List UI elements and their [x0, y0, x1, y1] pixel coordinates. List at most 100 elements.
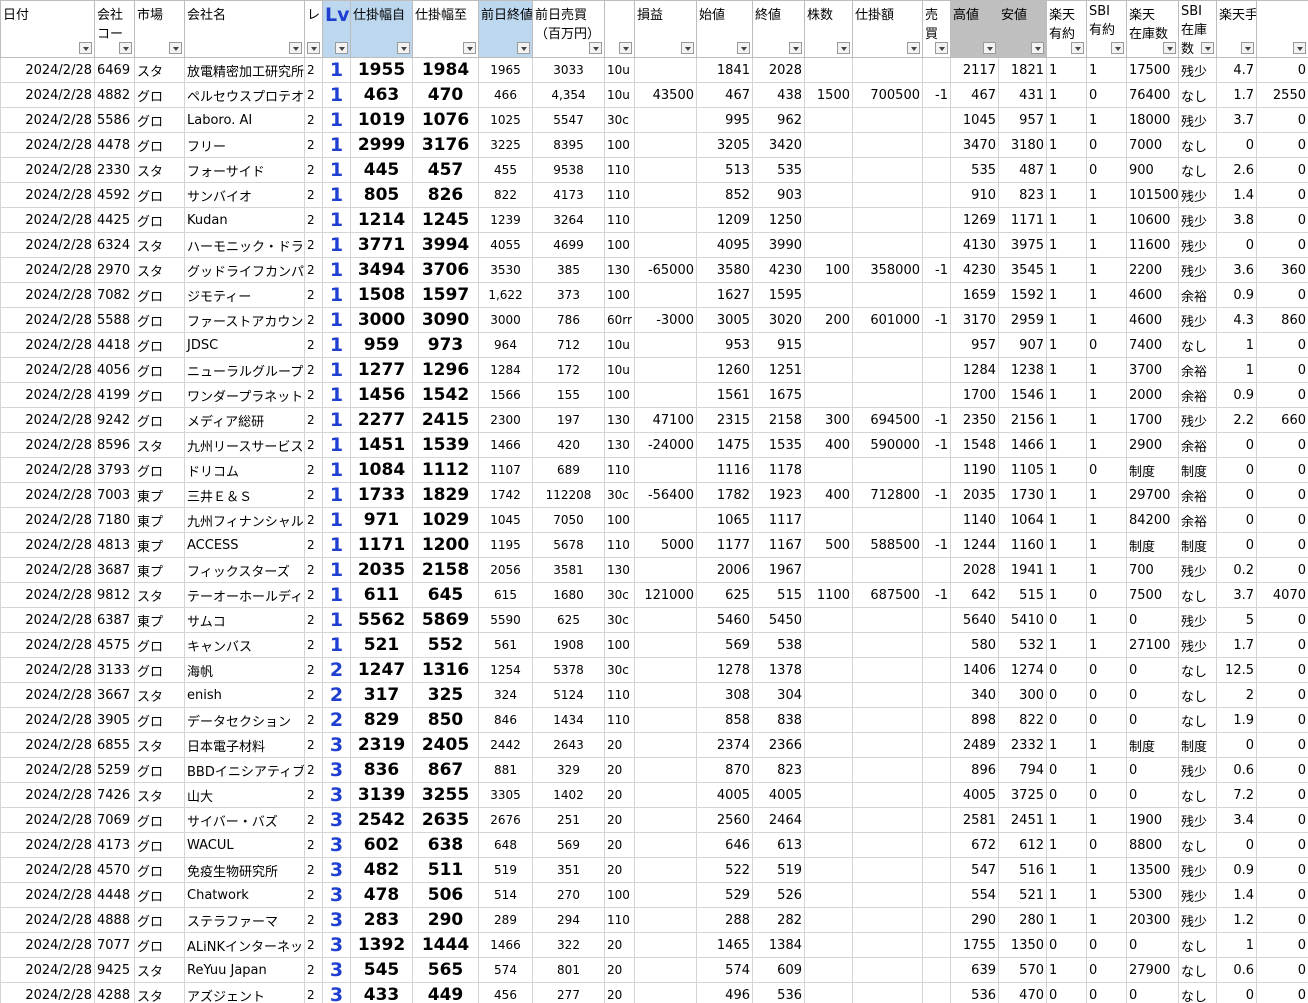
- table-row[interactable]: 2024/2/28 4425 グロ Kudan 2 1 1214 1245 1239 3264 11…: [0, 207, 1308, 233]
- cell-unit[interactable]: 20: [604, 832, 635, 858]
- cell-sbi-avail[interactable]: 1: [1086, 632, 1127, 658]
- cell-market[interactable]: 東プ: [134, 532, 185, 558]
- cell-range-from[interactable]: 3771: [350, 232, 413, 258]
- cell-high[interactable]: 4230: [950, 257, 999, 283]
- cell-code[interactable]: 2330: [94, 157, 135, 183]
- table-row[interactable]: 2024/2/282970スタグッドライフカンパニー21349437063530…: [0, 257, 1308, 283]
- cell-lv[interactable]: 1: [322, 407, 351, 433]
- cell-code[interactable]: 3793: [94, 457, 135, 483]
- cell-prev-volume[interactable]: 197: [532, 407, 605, 433]
- cell-high[interactable]: 2581: [950, 807, 999, 833]
- cell-lv[interactable]: 1: [322, 282, 351, 308]
- cell-lv[interactable]: 3: [322, 907, 351, 933]
- cell-side[interactable]: [922, 107, 951, 133]
- cell-prev-close[interactable]: 324: [478, 682, 533, 708]
- cell-range-from[interactable]: 829: [350, 707, 413, 733]
- cell-high[interactable]: 547: [950, 857, 999, 883]
- cell-high[interactable]: 4005: [950, 782, 999, 808]
- cell-sbi-avail[interactable]: 1: [1086, 807, 1127, 833]
- cell-extra[interactable]: 0: [1256, 707, 1308, 733]
- cell-side[interactable]: -1: [922, 257, 951, 283]
- cell-rakuten-avail[interactable]: 1: [1046, 732, 1087, 758]
- cell-unit[interactable]: 60rr: [604, 307, 635, 333]
- cell-position-amount[interactable]: [852, 982, 923, 1003]
- cell-low[interactable]: 431: [998, 82, 1047, 108]
- cell-prev-close[interactable]: 1254: [478, 657, 533, 683]
- cell-shares[interactable]: [804, 982, 853, 1003]
- cell-market[interactable]: グロ: [134, 132, 185, 158]
- cell-market[interactable]: グロ: [134, 207, 185, 233]
- cell-sbi-stock[interactable]: 制度: [1178, 532, 1217, 558]
- filter-dropdown-icon[interactable]: [681, 42, 694, 54]
- cell-range-to[interactable]: 290: [412, 907, 479, 933]
- cell-lv[interactable]: 3: [322, 807, 351, 833]
- cell-sbi-avail[interactable]: 1: [1086, 557, 1127, 583]
- cell-low[interactable]: 1466: [998, 432, 1047, 458]
- cell-lv[interactable]: 1: [322, 382, 351, 408]
- cell-low[interactable]: 2156: [998, 407, 1047, 433]
- cell-open[interactable]: 1627: [696, 282, 753, 308]
- cell-open[interactable]: 1177: [696, 532, 753, 558]
- cell-rakuten-avail[interactable]: 1: [1046, 857, 1087, 883]
- cell-range-from[interactable]: 611: [350, 582, 413, 608]
- cell-date[interactable]: 2024/2/28: [0, 82, 95, 108]
- cell-date[interactable]: 2024/2/28: [0, 382, 95, 408]
- cell-date[interactable]: 2024/2/28: [0, 557, 95, 583]
- cell-rakuten-avail[interactable]: 1: [1046, 132, 1087, 158]
- cell-extra[interactable]: 0: [1256, 657, 1308, 683]
- cell-prev-volume[interactable]: 1402: [532, 782, 605, 808]
- cell-pnl[interactable]: 121000: [634, 582, 697, 608]
- cell-sbi-avail[interactable]: 1: [1086, 107, 1127, 133]
- cell-code[interactable]: 5259: [94, 757, 135, 783]
- cell-side[interactable]: [922, 507, 951, 533]
- cell-lv[interactable]: 3: [322, 757, 351, 783]
- cell-close[interactable]: 4230: [752, 257, 805, 283]
- cell-range-to[interactable]: 3176: [412, 132, 479, 158]
- cell-lv[interactable]: 1: [322, 157, 351, 183]
- cell-position-amount[interactable]: [852, 182, 923, 208]
- cell-code[interactable]: 4288: [94, 982, 135, 1003]
- cell-sbi-avail[interactable]: 1: [1086, 732, 1127, 758]
- cell-code[interactable]: 4478: [94, 132, 135, 158]
- cell-prev-volume[interactable]: 8395: [532, 132, 605, 158]
- cell-range-from[interactable]: 283: [350, 907, 413, 933]
- table-row[interactable]: 2024/2/28 4199 グロ ワンダープラネット 2 1 1456 1542 1566 15…: [0, 382, 1308, 408]
- cell-market[interactable]: グロ: [134, 107, 185, 133]
- cell-low[interactable]: 487: [998, 157, 1047, 183]
- cell-lv[interactable]: 3: [322, 857, 351, 883]
- cell-re[interactable]: 2: [304, 857, 323, 883]
- cell-sbi-avail[interactable]: 0: [1086, 157, 1127, 183]
- cell-unit[interactable]: 10u: [604, 357, 635, 383]
- cell-lv[interactable]: 1: [322, 132, 351, 158]
- cell-open[interactable]: 574: [696, 957, 753, 983]
- cell-rakuten-avail[interactable]: 1: [1046, 382, 1087, 408]
- cell-range-to[interactable]: 2635: [412, 807, 479, 833]
- cell-rakuten-stock[interactable]: 7000: [1126, 132, 1179, 158]
- cell-market[interactable]: 東プ: [134, 607, 185, 633]
- cell-rakuten-fee[interactable]: 1.7: [1216, 82, 1257, 108]
- cell-market[interactable]: スタ: [134, 57, 185, 83]
- cell-rakuten-fee[interactable]: 2.6: [1216, 157, 1257, 183]
- cell-market[interactable]: スタ: [134, 232, 185, 258]
- cell-sbi-stock[interactable]: 余裕: [1178, 357, 1217, 383]
- cell-close[interactable]: 526: [752, 882, 805, 908]
- cell-market[interactable]: グロ: [134, 382, 185, 408]
- cell-rakuten-avail[interactable]: 0: [1046, 757, 1087, 783]
- cell-prev-volume[interactable]: 373: [532, 282, 605, 308]
- cell-rakuten-fee[interactable]: 0.6: [1216, 757, 1257, 783]
- cell-sbi-avail[interactable]: 1: [1086, 357, 1127, 383]
- cell-low[interactable]: 532: [998, 632, 1047, 658]
- cell-low[interactable]: 794: [998, 757, 1047, 783]
- cell-rakuten-stock[interactable]: 0: [1126, 682, 1179, 708]
- cell-rakuten-stock[interactable]: 8800: [1126, 832, 1179, 858]
- cell-low[interactable]: 470: [998, 982, 1047, 1003]
- cell-market[interactable]: スタ: [134, 157, 185, 183]
- cell-pnl[interactable]: [634, 957, 697, 983]
- cell-unit[interactable]: 20: [604, 782, 635, 808]
- table-row[interactable]: 2024/2/28 6469 スタ 放電精密加工研究所 2 1 1955 1984 1965 30…: [0, 57, 1308, 83]
- cell-rakuten-stock[interactable]: 700: [1126, 557, 1179, 583]
- cell-prev-volume[interactable]: 689: [532, 457, 605, 483]
- cell-prev-close[interactable]: 1,622: [478, 282, 533, 308]
- cell-position-amount[interactable]: 358000: [852, 257, 923, 283]
- cell-code[interactable]: 5588: [94, 307, 135, 333]
